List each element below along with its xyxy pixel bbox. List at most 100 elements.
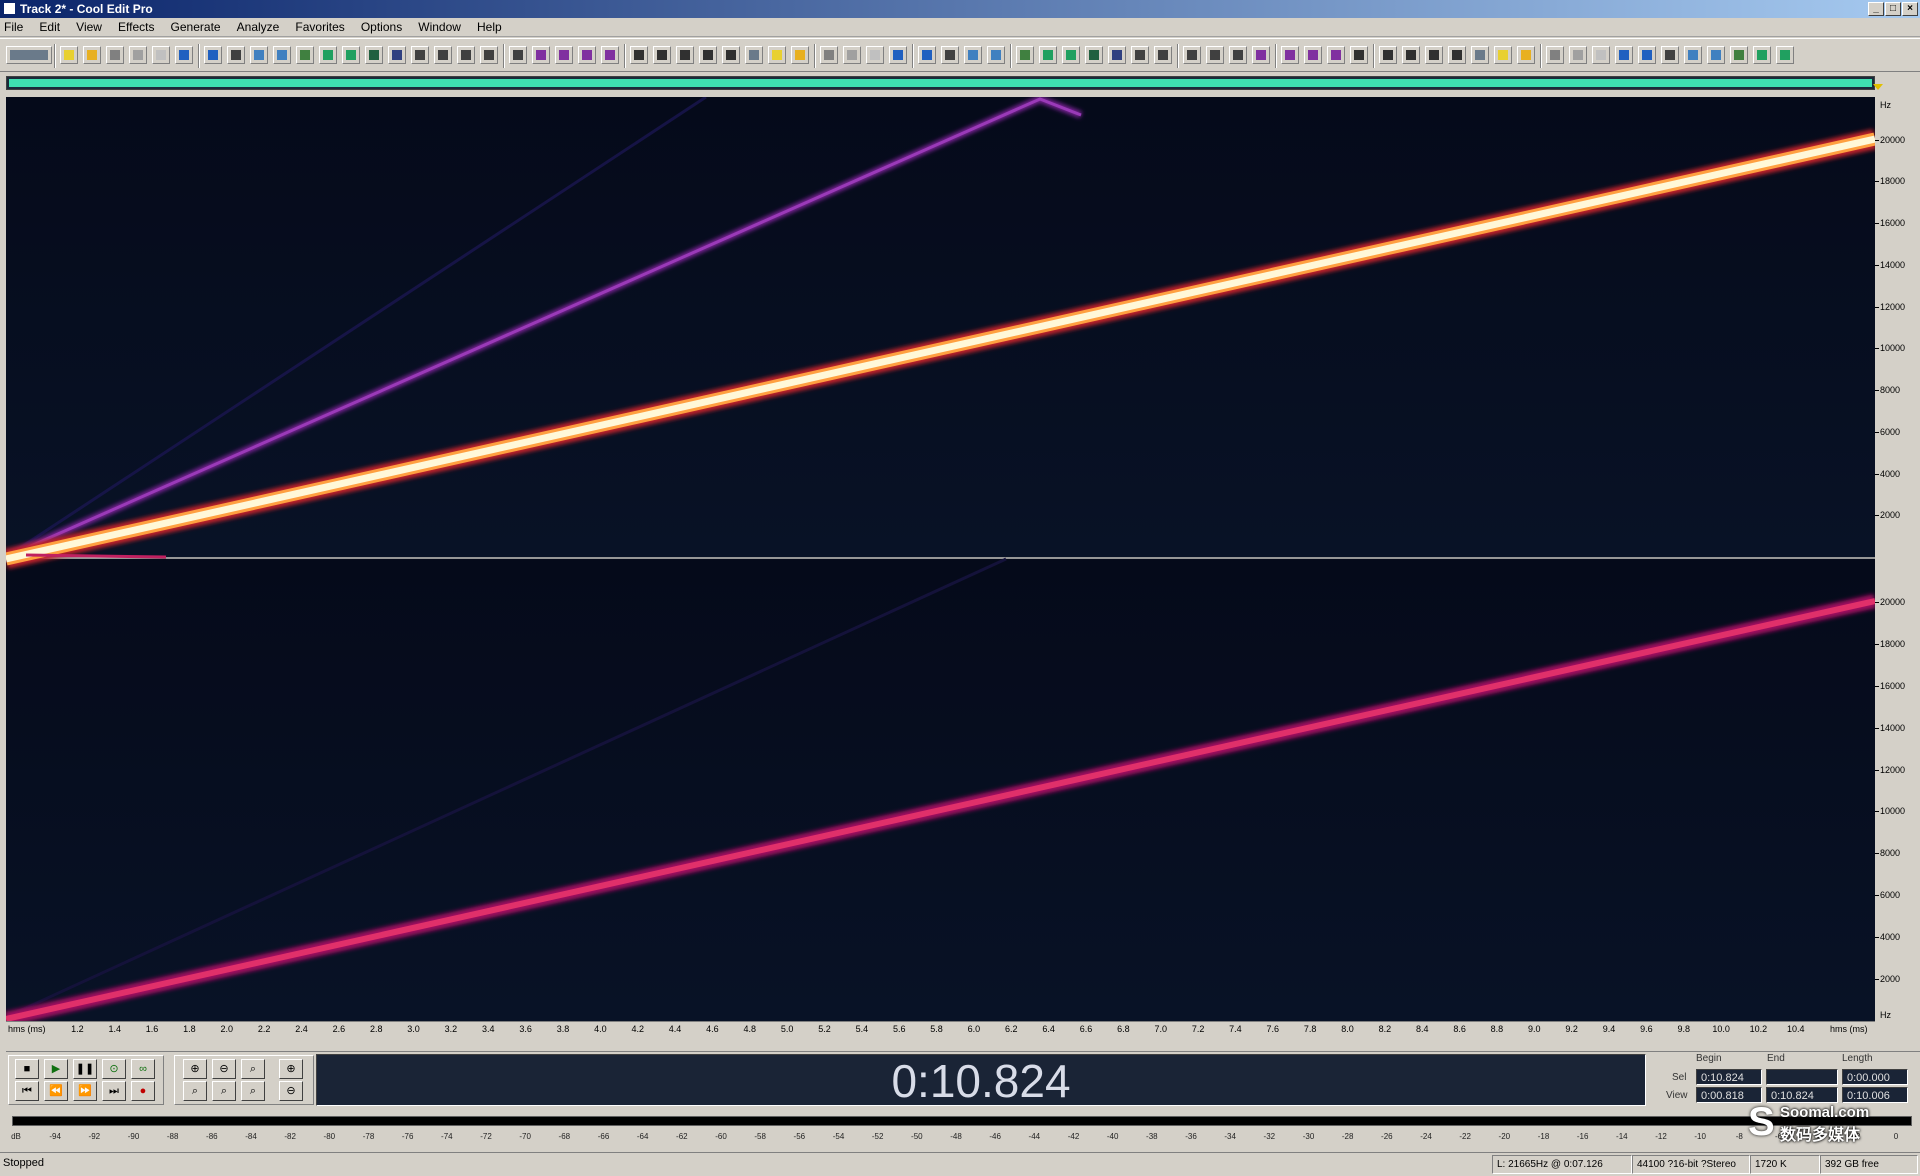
toolbar-tool-61-button[interactable] xyxy=(1494,46,1512,64)
tool-y-button[interactable] xyxy=(1327,46,1345,64)
menu-view[interactable]: View xyxy=(76,20,102,34)
tool-c-button[interactable] xyxy=(791,46,809,64)
tool-v-button[interactable] xyxy=(1252,46,1270,64)
toolbar-tool-67-button[interactable] xyxy=(1638,46,1656,64)
toolbar-tool-57-button[interactable] xyxy=(1402,46,1420,64)
close-button[interactable]: × xyxy=(1902,2,1918,16)
record-button[interactable]: ● xyxy=(131,1081,155,1101)
menu-favorites[interactable]: Favorites xyxy=(295,20,344,34)
spectrogram-canvas[interactable] xyxy=(6,97,1875,1021)
app-icon[interactable] xyxy=(3,2,16,15)
close-file-button[interactable] xyxy=(152,46,170,64)
fast-forward-button[interactable]: ⏩ xyxy=(73,1081,97,1101)
paste-new-button[interactable] xyxy=(319,46,337,64)
tool-d-button[interactable] xyxy=(820,46,838,64)
sel-begin-field[interactable]: 0:10.824 xyxy=(1696,1069,1762,1085)
snap-button[interactable] xyxy=(388,46,406,64)
tool-z-button[interactable] xyxy=(1350,46,1368,64)
waveform-view-button[interactable] xyxy=(411,46,429,64)
play-from-cursor-button[interactable]: ⊙ xyxy=(102,1059,126,1079)
menu-generate[interactable]: Generate xyxy=(171,20,221,34)
minimize-button[interactable]: _ xyxy=(1868,2,1884,16)
tool-r-button[interactable] xyxy=(1154,46,1172,64)
tool-n-button[interactable] xyxy=(1062,46,1080,64)
new-file-button[interactable] xyxy=(60,46,78,64)
phase-view-button[interactable] xyxy=(480,46,498,64)
maximize-button[interactable]: □ xyxy=(1885,2,1901,16)
help-button[interactable] xyxy=(722,46,740,64)
show-tracks-button[interactable] xyxy=(509,46,527,64)
spectral-view-button[interactable] xyxy=(434,46,452,64)
time-ruler[interactable]: hms (ms) hms (ms) 1.2 1.4 1.6 1.8 2.0 2.2 2.4 2.6… xyxy=(6,1021,1875,1035)
zoom-vertical-in-icon[interactable]: ⊕ xyxy=(279,1059,303,1079)
toolbar-tool-60-button[interactable] xyxy=(1471,46,1489,64)
menu-edit[interactable]: Edit xyxy=(39,20,60,34)
toolbar-tool-62-button[interactable] xyxy=(1517,46,1535,64)
tool-e-button[interactable] xyxy=(843,46,861,64)
zoom-full-icon[interactable]: ⌕ xyxy=(241,1059,265,1079)
waveform-overview-bar[interactable] xyxy=(6,76,1883,90)
menu-effects[interactable]: Effects xyxy=(118,20,154,34)
sel-end-field[interactable] xyxy=(1766,1069,1838,1085)
tool-f-button[interactable] xyxy=(866,46,884,64)
menu-window[interactable]: Window xyxy=(418,20,461,34)
zoom-out-icon[interactable]: ⊖ xyxy=(212,1059,236,1079)
tool-i-button[interactable] xyxy=(941,46,959,64)
spectral-display[interactable] xyxy=(6,97,1875,1021)
go-to-end-button[interactable]: ⏭ xyxy=(102,1081,126,1101)
zoom-vertical-out-icon[interactable]: ⊖ xyxy=(279,1081,303,1101)
pan-view-button[interactable] xyxy=(457,46,475,64)
tool-h-button[interactable] xyxy=(918,46,936,64)
zoom-left-icon[interactable]: ⌕ xyxy=(183,1081,207,1101)
set-cue-button[interactable] xyxy=(601,46,619,64)
cut-button[interactable] xyxy=(227,46,245,64)
mix-paste-button[interactable] xyxy=(342,46,360,64)
copy-button[interactable] xyxy=(250,46,268,64)
rewind-button[interactable]: ⏪ xyxy=(44,1081,68,1101)
toolbar-tool-70-button[interactable] xyxy=(1707,46,1725,64)
statistics-button[interactable] xyxy=(699,46,717,64)
tool-t-button[interactable] xyxy=(1206,46,1224,64)
go-to-start-button[interactable]: ⏮ xyxy=(15,1081,39,1101)
convert-sample-type-button[interactable] xyxy=(365,46,383,64)
tool-a-button[interactable] xyxy=(745,46,763,64)
play-button[interactable]: ▶ xyxy=(44,1059,68,1079)
marker-list-button[interactable] xyxy=(630,46,648,64)
stop-button[interactable]: ■ xyxy=(15,1059,39,1079)
toolbar-tool-69-button[interactable] xyxy=(1684,46,1702,64)
view-length-field[interactable]: 0:10.006 xyxy=(1842,1087,1908,1103)
menu-analyze[interactable]: Analyze xyxy=(237,20,280,34)
toolbar-tool-58-button[interactable] xyxy=(1425,46,1443,64)
tool-g-button[interactable] xyxy=(889,46,907,64)
save-all-button[interactable] xyxy=(129,46,147,64)
toolbar-tool-73-button[interactable] xyxy=(1776,46,1794,64)
toolbar-tool-68-button[interactable] xyxy=(1661,46,1679,64)
trim-button[interactable] xyxy=(296,46,314,64)
tool-s-button[interactable] xyxy=(1183,46,1201,64)
tool-x-button[interactable] xyxy=(1304,46,1322,64)
loop-button[interactable]: ∞ xyxy=(131,1059,155,1079)
scrub-button[interactable] xyxy=(578,46,596,64)
tool-l-button[interactable] xyxy=(1016,46,1034,64)
menu-file[interactable]: File xyxy=(4,20,23,34)
toolbar-tool-66-button[interactable] xyxy=(1615,46,1633,64)
multitrack-toggle-button[interactable] xyxy=(6,46,52,64)
toolbar-tool-71-button[interactable] xyxy=(1730,46,1748,64)
tool-w-button[interactable] xyxy=(1281,46,1299,64)
overview-range[interactable] xyxy=(9,79,1872,87)
toolbar-tool-72-button[interactable] xyxy=(1753,46,1771,64)
tool-q-button[interactable] xyxy=(1131,46,1149,64)
tool-o-button[interactable] xyxy=(1085,46,1103,64)
tool-b-button[interactable] xyxy=(768,46,786,64)
tool-k-button[interactable] xyxy=(987,46,1005,64)
sel-length-field[interactable]: 0:00.000 xyxy=(1842,1069,1908,1085)
menu-help[interactable]: Help xyxy=(477,20,502,34)
toolbar-tool-65-button[interactable] xyxy=(1592,46,1610,64)
zoom-in-icon[interactable]: ⊕ xyxy=(183,1059,207,1079)
tool-m-button[interactable] xyxy=(1039,46,1057,64)
pause-button[interactable]: ❚❚ xyxy=(73,1059,97,1079)
redo-button[interactable] xyxy=(204,46,222,64)
tool-p-button[interactable] xyxy=(1108,46,1126,64)
tool-u-button[interactable] xyxy=(1229,46,1247,64)
toolbar-tool-64-button[interactable] xyxy=(1569,46,1587,64)
